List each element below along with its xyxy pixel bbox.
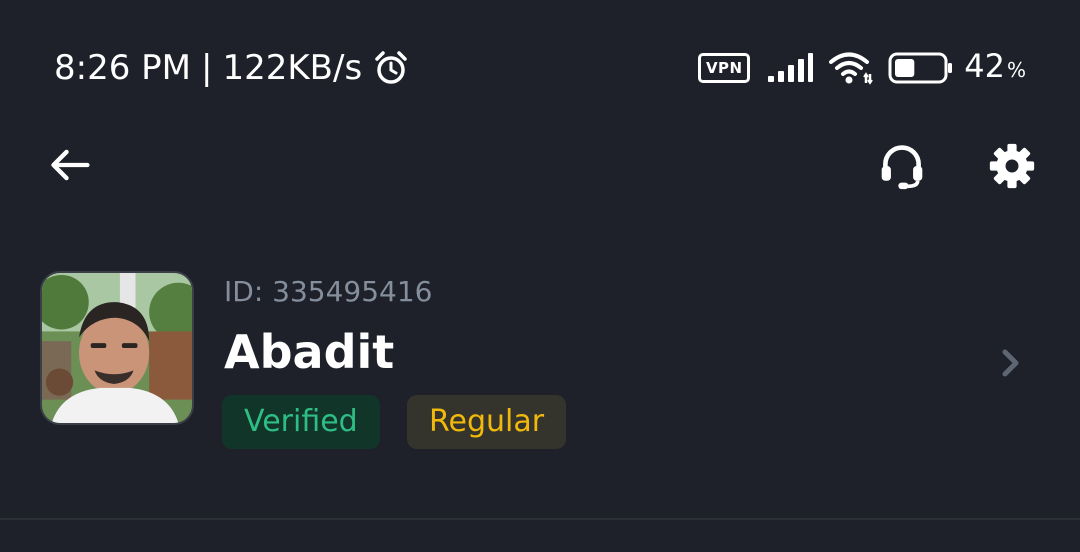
- user-name: Abadit: [224, 325, 395, 379]
- battery-percentage: 42 %: [964, 44, 1026, 92]
- status-right: VPN 42 %: [698, 46, 1026, 90]
- customer-support-button[interactable]: [876, 140, 928, 192]
- settings-button[interactable]: [986, 140, 1038, 192]
- user-id: ID: 335495416: [224, 275, 433, 308]
- divider: [0, 518, 1080, 520]
- verified-badge[interactable]: Verified: [222, 395, 380, 449]
- battery-icon: [888, 52, 954, 84]
- battery-percent-sign: %: [1006, 58, 1026, 82]
- vpn-label: VPN: [705, 59, 743, 77]
- status-time: 8:26 PM: [54, 48, 191, 88]
- signal-icon: [766, 52, 814, 84]
- headset-icon: [881, 145, 923, 190]
- network-speed: 122KB/s: [222, 48, 363, 88]
- profile-card[interactable]: ID: 335495416 Abadit Verified Regular: [0, 260, 1080, 460]
- back-arrow-icon: [51, 149, 90, 181]
- battery-percent-value: 42: [964, 47, 1005, 85]
- status-separator: |: [201, 48, 213, 88]
- status-left: 8:26 PM | 122KB/s: [54, 46, 410, 90]
- wifi-icon: [828, 50, 874, 86]
- regular-badge[interactable]: Regular: [407, 395, 567, 449]
- vpn-icon: VPN: [698, 53, 751, 83]
- profile-screen: 8:26 PM | 122KB/s VPN 42 % ID: 335495416…: [0, 0, 1080, 552]
- chevron-right-icon[interactable]: [996, 348, 1026, 378]
- avatar-photo: [42, 273, 192, 423]
- avatar[interactable]: [40, 271, 194, 425]
- gear-icon: [989, 143, 1035, 189]
- status-bar: 8:26 PM | 122KB/s VPN 42 %: [0, 0, 1080, 130]
- alarm-icon: [372, 49, 410, 87]
- back-button[interactable]: [44, 142, 96, 188]
